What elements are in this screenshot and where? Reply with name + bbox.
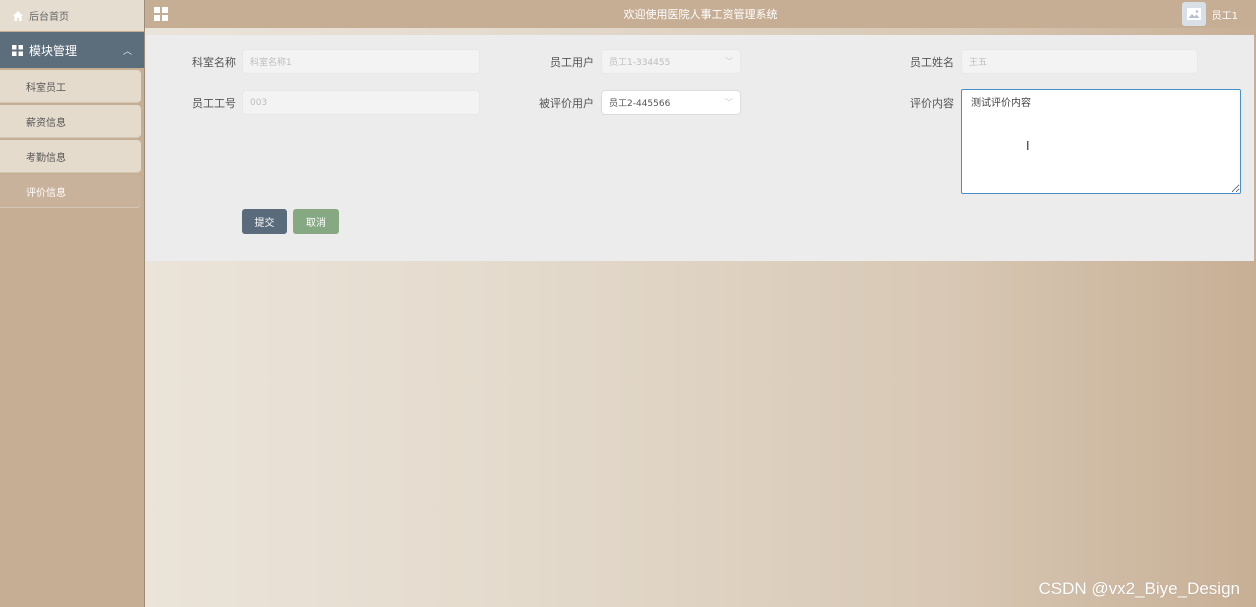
- dept-field: 科室名称 科室名称1: [176, 49, 480, 74]
- apps-grid-icon[interactable]: [154, 7, 168, 21]
- module-management-header[interactable]: 模块管理 ︿: [0, 32, 144, 68]
- sidebar-item-evaluation-info[interactable]: 评价信息: [0, 175, 141, 208]
- employee-no-input[interactable]: 003: [242, 90, 480, 115]
- employee-name-label: 员工姓名: [910, 55, 954, 69]
- rated-user-field: 被评价用户 员工2-445566 ﹀: [526, 90, 741, 115]
- chevron-up-icon: ︿: [122, 46, 132, 57]
- dept-input[interactable]: 科室名称1: [242, 49, 480, 74]
- submit-button[interactable]: 提交: [242, 209, 287, 234]
- rated-user-value: 员工2-445566: [609, 99, 671, 109]
- page-title: 欢迎使用医院人事工资管理系统: [623, 8, 778, 21]
- sidebar-item-department-staff[interactable]: 科室员工: [0, 70, 141, 103]
- sidebar-item-salary-info[interactable]: 薪资信息: [0, 105, 141, 138]
- dept-label: 科室名称: [192, 55, 236, 69]
- employee-user-select[interactable]: 员工1-334455 ﹀: [601, 49, 741, 74]
- cancel-button[interactable]: 取消: [293, 209, 339, 234]
- chevron-down-icon: ﹀: [725, 98, 733, 107]
- image-icon: [1186, 8, 1201, 20]
- employee-no-label: 员工工号: [192, 96, 236, 110]
- content-textarea[interactable]: 测试评价内容: [961, 89, 1241, 194]
- employee-name-field: 员工姓名 王五: [886, 49, 1198, 74]
- employee-no-field: 员工工号 003: [176, 90, 480, 115]
- grid-icon: [12, 44, 23, 56]
- content-field: 评价内容 测试评价内容: [886, 89, 1241, 194]
- sidebar-item-label: 评价信息: [26, 187, 66, 199]
- text-cursor-icon: I: [1026, 139, 1030, 153]
- employee-user-label: 员工用户: [550, 55, 594, 69]
- watermark: CSDN @vx2_Biye_Design: [1038, 579, 1240, 598]
- rated-user-label: 被评价用户: [539, 96, 594, 110]
- rated-user-select[interactable]: 员工2-445566 ﹀: [601, 90, 741, 115]
- user-name: 员工1: [1211, 10, 1238, 22]
- top-bar: 欢迎使用医院人事工资管理系统 员工1: [145, 0, 1256, 28]
- avatar: [1181, 2, 1206, 26]
- employee-user-field: 员工用户 员工1-334455 ﹀: [526, 49, 741, 74]
- sidebar: 后台首页 模块管理 ︿ 科室员工 薪资信息 考勤信息 评价信息: [0, 0, 145, 607]
- sidebar-item-attendance-info[interactable]: 考勤信息: [0, 140, 141, 173]
- home-icon: [12, 10, 24, 22]
- user-menu[interactable]: 员工1: [1181, 0, 1238, 28]
- module-management-label: 模块管理: [29, 43, 78, 58]
- sidebar-item-label: 薪资信息: [26, 117, 66, 129]
- evaluation-form: 科室名称 科室名称1 员工用户 员工1-334455 ﹀ 员工姓名 王五 员工工…: [146, 35, 1254, 261]
- employee-name-input[interactable]: 王五: [961, 49, 1198, 74]
- sidebar-item-label: 考勤信息: [26, 152, 66, 164]
- chevron-down-icon: ﹀: [725, 57, 733, 66]
- sidebar-item-home[interactable]: 后台首页: [0, 0, 144, 31]
- sidebar-item-label: 科室员工: [26, 82, 66, 94]
- sidebar-item-home-label: 后台首页: [29, 12, 69, 23]
- content-label: 评价内容: [910, 97, 954, 110]
- employee-user-value: 员工1-334455: [609, 58, 671, 68]
